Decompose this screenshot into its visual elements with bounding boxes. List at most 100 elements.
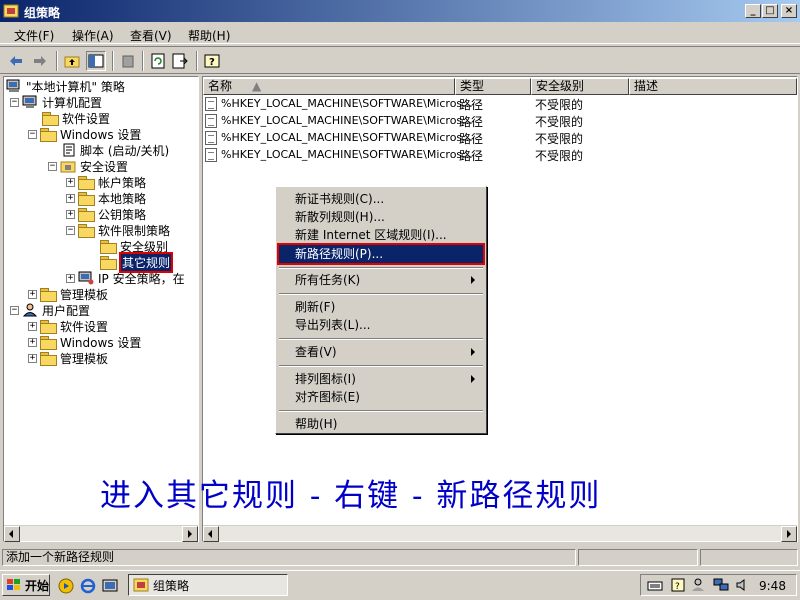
menu-item-new-hash-rule[interactable]: 新散列规则(H)...	[279, 208, 483, 226]
policy-computer-icon	[6, 79, 20, 92]
list-row[interactable]: %HKEY_LOCAL_MACHINE\SOFTWARE\Micros...	[205, 146, 473, 163]
expand-icon[interactable]: +	[66, 209, 75, 219]
volume-icon[interactable]	[735, 578, 749, 592]
tree-item-account-policies[interactable]: + 帐户策略	[66, 174, 147, 190]
scroll-left-button[interactable]	[203, 526, 219, 542]
list-row[interactable]: %HKEY_LOCAL_MACHINE\SOFTWARE\Micros...	[205, 112, 473, 129]
column-header-description[interactable]: 描述	[629, 78, 797, 95]
tree-horizontal-scrollbar[interactable]	[4, 525, 198, 542]
menu-item-all-tasks[interactable]: 所有任务(K)	[279, 271, 483, 289]
tree-item-software-settings[interactable]: 软件设置	[42, 110, 111, 126]
tree-item-ip-security[interactable]: + IP 安全策略，在	[66, 270, 186, 286]
tree-item-public-key[interactable]: + 公钥策略	[66, 206, 147, 222]
tree-item-security-settings[interactable]: − 安全设置	[48, 158, 129, 174]
column-header-type[interactable]: 类型	[455, 78, 531, 95]
expand-icon[interactable]: +	[28, 289, 37, 299]
media-player-icon[interactable]	[58, 578, 74, 594]
maximize-button[interactable]: □	[762, 4, 778, 18]
menu-action[interactable]: 操作(A)	[72, 27, 114, 44]
menu-item-refresh[interactable]: 刷新(F)	[279, 298, 483, 316]
back-button[interactable]	[6, 51, 26, 71]
menu-item-label: 排列图标(I)	[295, 372, 356, 386]
menu-file[interactable]: 文件(F)	[14, 27, 54, 44]
tree-item-user-software[interactable]: + 软件设置	[28, 318, 109, 334]
tree-item-other-rules[interactable]: 其它规则	[100, 251, 174, 273]
tree-item-user-config[interactable]: − 用户配置	[10, 302, 91, 318]
expand-icon[interactable]: +	[66, 273, 75, 283]
menu-item-line-up-icons[interactable]: 对齐图标(E)	[279, 388, 483, 406]
tree-label: "本地计算机" 策略	[26, 79, 125, 94]
path-rule-icon	[205, 96, 217, 111]
forward-button[interactable]	[30, 51, 50, 71]
delete-button[interactable]	[118, 51, 138, 71]
menu-item-new-zone-rule[interactable]: 新建 Internet 区域规则(I)...	[279, 226, 483, 244]
title-bar[interactable]: 组策略 _ □ ×	[0, 0, 800, 22]
help-button[interactable]: ?	[202, 51, 222, 71]
scroll-right-button[interactable]	[781, 526, 797, 542]
menu-separator	[279, 338, 483, 340]
expand-icon[interactable]: +	[28, 353, 37, 363]
list-horizontal-scrollbar[interactable]	[203, 525, 797, 542]
export-icon	[172, 53, 188, 69]
tree-item-user-windows[interactable]: + Windows 设置	[28, 334, 142, 350]
tree-item-admin-templates[interactable]: + 管理模板	[28, 286, 109, 302]
task-label: 组策略	[153, 578, 190, 593]
collapse-icon[interactable]: −	[10, 305, 19, 315]
tree-item-user-admin[interactable]: + 管理模板	[28, 350, 109, 366]
menu-item-export-list[interactable]: 导出列表(L)...	[279, 316, 483, 334]
toolbar-separator	[196, 51, 198, 71]
column-header-name[interactable]: 名称 ▲	[203, 78, 455, 95]
show-hide-tree-button[interactable]	[86, 51, 106, 71]
menu-item-view[interactable]: 查看(V)	[279, 343, 483, 361]
expand-icon[interactable]: +	[66, 177, 75, 187]
user-tray-icon[interactable]	[691, 578, 705, 592]
collapse-icon[interactable]: −	[28, 129, 37, 139]
taskbar-button-group-policy[interactable]: 组策略	[128, 574, 288, 596]
minimize-button[interactable]: _	[745, 4, 761, 18]
collapse-icon[interactable]: −	[66, 225, 75, 235]
tree-item-scripts[interactable]: 脚本 (启动/关机)	[62, 142, 170, 158]
export-list-button[interactable]	[170, 51, 190, 71]
context-menu: 新证书规则(C)... 新散列规则(H)... 新建 Internet 区域规则…	[275, 186, 487, 434]
tree-root[interactable]: "本地计算机" 策略	[6, 78, 126, 94]
refresh-button[interactable]	[148, 51, 168, 71]
menu-item-new-cert-rule[interactable]: 新证书规则(C)...	[279, 190, 483, 208]
security-settings-icon	[60, 161, 76, 173]
menu-help[interactable]: 帮助(H)	[188, 27, 230, 44]
close-button[interactable]: ×	[781, 4, 797, 18]
scroll-right-button[interactable]	[182, 526, 198, 542]
start-button[interactable]: 开始	[2, 574, 50, 596]
menu-view[interactable]: 查看(V)	[130, 27, 172, 44]
show-desktop-icon[interactable]	[102, 578, 118, 594]
delete-icon	[122, 55, 134, 68]
tree-item-local-policies[interactable]: + 本地策略	[66, 190, 147, 206]
status-segment	[700, 549, 798, 566]
menu-item-label: 所有任务(K)	[295, 273, 361, 287]
menu-item-arrange-icons[interactable]: 排列图标(I)	[279, 370, 483, 388]
help-tray-icon[interactable]: ?	[671, 578, 685, 592]
tree-item-software-restriction[interactable]: − 软件限制策略	[66, 222, 171, 238]
keyboard-icon[interactable]	[647, 578, 663, 592]
menu-item-new-path-rule[interactable]: 新路径规则(P)...	[277, 243, 485, 265]
clock[interactable]: 9:48	[759, 579, 786, 593]
network-icon[interactable]	[713, 578, 729, 592]
expand-icon[interactable]: +	[28, 321, 37, 331]
internet-explorer-icon[interactable]	[80, 578, 96, 594]
column-header-level[interactable]: 安全级别	[531, 78, 629, 95]
tree-item-computer-config[interactable]: − 计算机配置	[10, 94, 103, 110]
list-row[interactable]: %HKEY_LOCAL_MACHINE\SOFTWARE\Micros...	[205, 95, 473, 112]
tree-item-windows-settings[interactable]: − Windows 设置	[28, 126, 142, 142]
menu-separator	[279, 410, 483, 412]
up-level-button[interactable]	[62, 51, 82, 71]
expand-icon[interactable]: +	[66, 193, 75, 203]
toolbar: ?	[0, 46, 800, 74]
tree-label: 公钥策略	[98, 207, 147, 222]
list-row[interactable]: %HKEY_LOCAL_MACHINE\SOFTWARE\Micros...	[205, 129, 473, 146]
menu-item-help[interactable]: 帮助(H)	[279, 415, 483, 433]
collapse-icon[interactable]: −	[10, 97, 19, 107]
folder-icon	[40, 319, 57, 334]
scroll-left-button[interactable]	[4, 526, 20, 542]
expand-icon[interactable]: +	[28, 337, 37, 347]
collapse-icon[interactable]: −	[48, 161, 57, 171]
status-bar: 添加一个新路径规则	[0, 548, 800, 568]
